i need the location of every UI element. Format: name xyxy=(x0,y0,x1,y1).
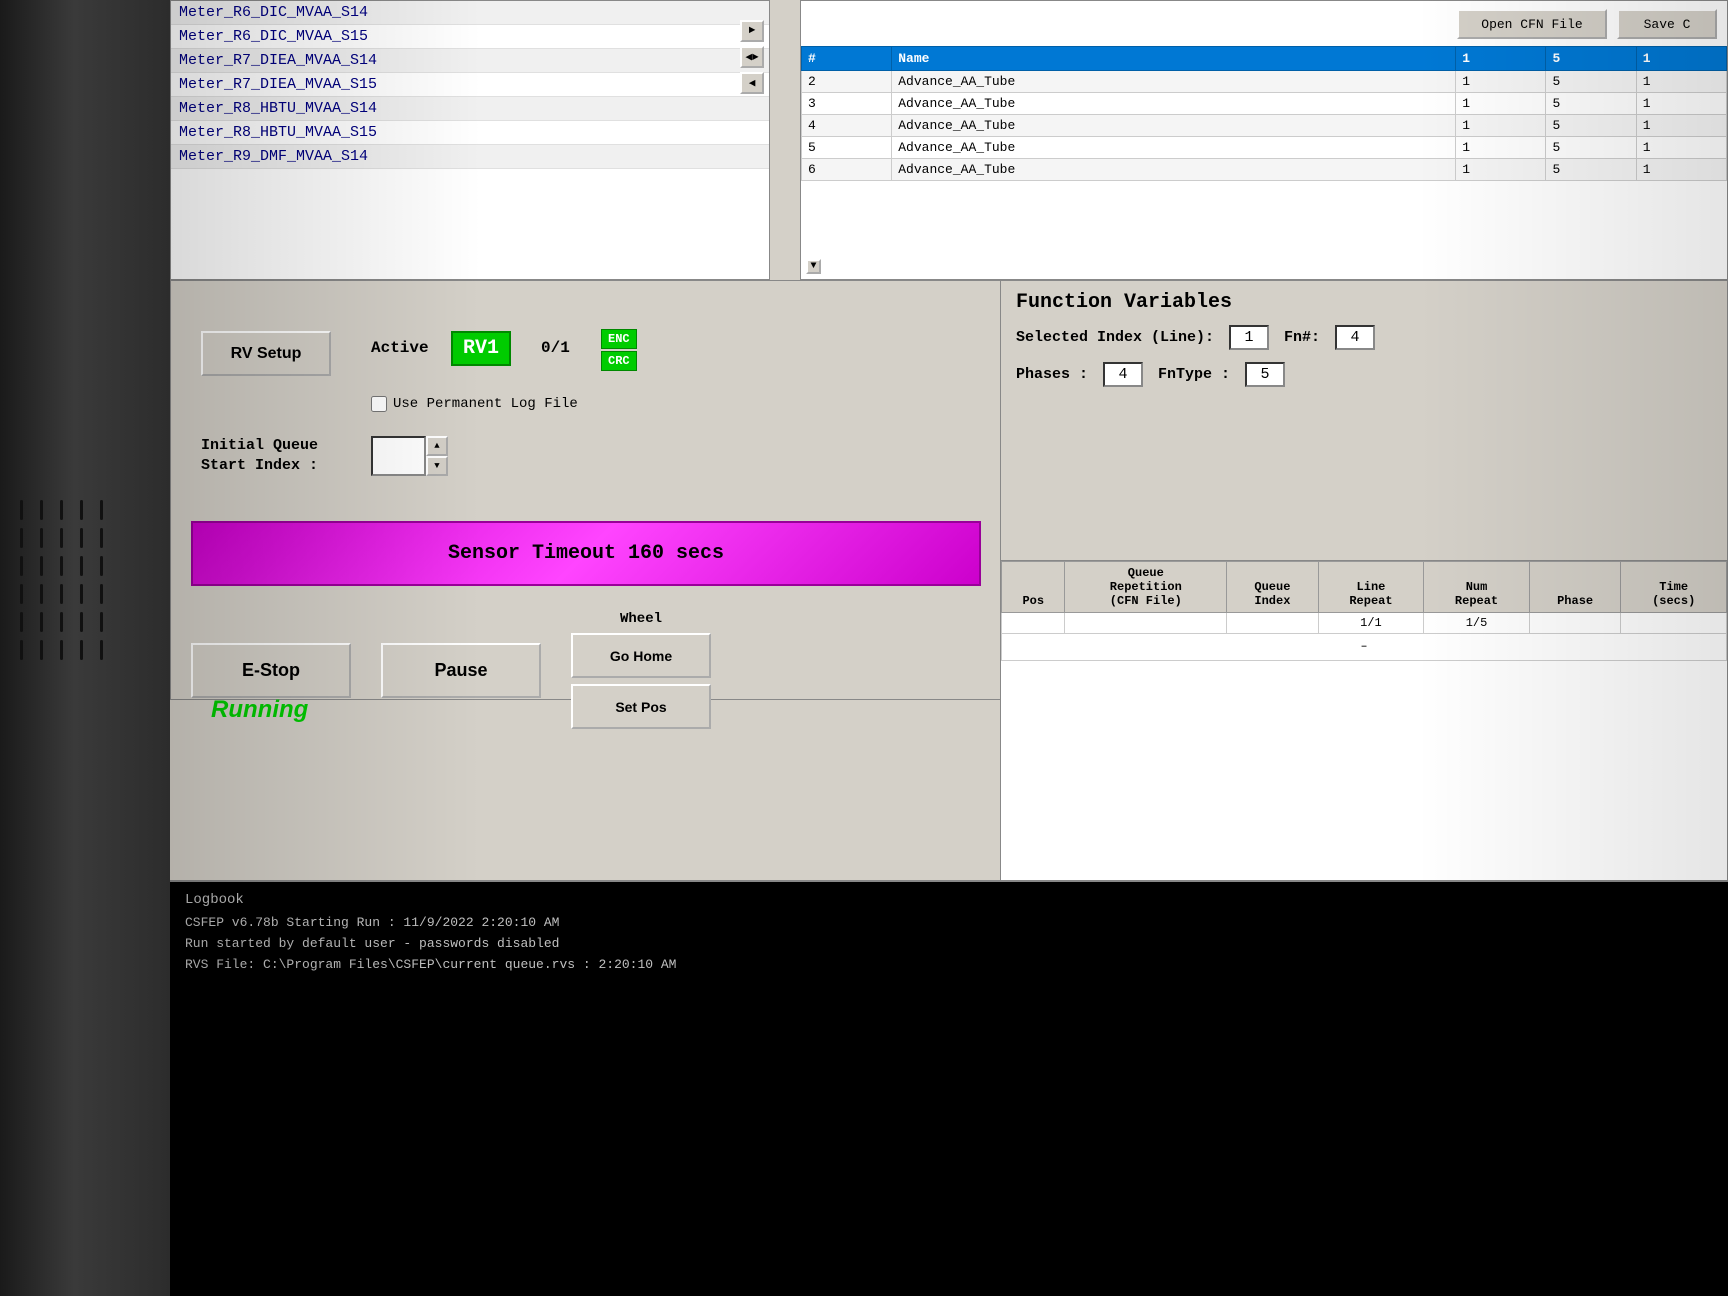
advance-tube-table: Open CFN File Save C # Name 1 5 1 2 Adva… xyxy=(800,0,1728,280)
crc-badge: CRC xyxy=(601,351,637,371)
table-row[interactable]: 2 Advance_AA_Tube 1 5 1 xyxy=(802,71,1727,93)
log-file-area: Use Permanent Log File xyxy=(371,396,578,412)
queue-row-phase xyxy=(1529,613,1621,634)
fn-selected-index-row: Selected Index (Line): 1 Fn#: 4 xyxy=(1001,319,1727,356)
rv1-badge: RV1 xyxy=(451,331,511,366)
fn-phases-row: Phases : 4 FnType : 5 xyxy=(1001,356,1727,393)
list-item[interactable]: Meter_R9_DMF_MVAA_S14 xyxy=(171,145,769,169)
table-row[interactable]: 5 Advance_AA_Tube 1 5 1 xyxy=(802,137,1727,159)
save-button[interactable]: Save C xyxy=(1617,9,1717,39)
queue-col-phase: Phase xyxy=(1529,562,1621,613)
fn-type-label: FnType : xyxy=(1158,366,1230,383)
queue-row-line-repeat: 1/1 xyxy=(1318,613,1424,634)
fn-num-label: Fn#: xyxy=(1284,329,1320,346)
pause-button[interactable]: Pause xyxy=(381,643,541,698)
phases-label: Phases : xyxy=(1016,366,1088,383)
queue-spinner: 1 ▲ ▼ xyxy=(371,436,451,476)
logbook-entry-2: RVS File: C:\Program Files\CSFEP\current… xyxy=(185,955,1713,976)
scroll-left-right-btn[interactable]: ◀► xyxy=(740,46,764,68)
list-item[interactable]: Meter_R6_DIC_MVAA_S14 xyxy=(171,1,769,25)
log-file-label: Use Permanent Log File xyxy=(393,396,578,412)
table-row: 1/1 1/5 xyxy=(1002,613,1727,634)
table-row[interactable]: 4 Advance_AA_Tube 1 5 1 xyxy=(802,115,1727,137)
col-header-5: 5 xyxy=(1546,47,1636,71)
set-pos-button[interactable]: Set Pos xyxy=(571,684,711,729)
queue-table-panel: Pos QueueRepetition(CFN File) QueueIndex… xyxy=(1000,560,1728,910)
queue-row-time xyxy=(1621,613,1727,634)
col-header-1: 1 xyxy=(1456,47,1546,71)
app-window: Meter_R6_DIC_MVAA_S14 Meter_R6_DIC_MVAA_… xyxy=(170,0,1728,1296)
queue-label: Initial QueueStart Index : xyxy=(201,436,318,475)
fn-type-value: 5 xyxy=(1245,362,1285,387)
logbook-area: Logbook CSFEP v6.78b Starting Run : 11/9… xyxy=(170,880,1728,1296)
col-header-1b: 1 xyxy=(1636,47,1726,71)
selected-index-label: Selected Index (Line): xyxy=(1016,329,1214,346)
logbook-entry-1: Run started by default user - passwords … xyxy=(185,934,1713,955)
counter-display: 0/1 xyxy=(541,339,570,357)
queue-row-pos xyxy=(1002,613,1065,634)
col-header-name: Name xyxy=(892,47,1456,71)
queue-value-input[interactable]: 1 xyxy=(371,436,426,476)
queue-increment-btn[interactable]: ▲ xyxy=(426,436,448,456)
fn-num-value: 4 xyxy=(1335,325,1375,350)
queue-row-index xyxy=(1227,613,1319,634)
vent-holes xyxy=(20,500,112,660)
phases-value: 4 xyxy=(1103,362,1143,387)
col-header-num: # xyxy=(802,47,892,71)
go-home-button[interactable]: Go Home xyxy=(571,633,711,678)
queue-col-line-repeat: LineRepeat xyxy=(1318,562,1424,613)
queue-col-pos: Pos xyxy=(1002,562,1065,613)
queue-col-num-repeat: NumRepeat xyxy=(1424,562,1530,613)
list-item[interactable]: Meter_R8_HBTU_MVAA_S15 xyxy=(171,121,769,145)
scroll-right-btn[interactable]: ► xyxy=(740,20,764,42)
estop-button[interactable]: E-Stop xyxy=(191,643,351,698)
scroll-arrows: ► ◀► ◀ xyxy=(740,20,764,94)
wheel-label: Wheel xyxy=(571,611,711,627)
scroll-left-btn[interactable]: ◀ xyxy=(740,72,764,94)
fn-vars-title: Function Variables xyxy=(1001,281,1727,319)
queue-row-repetition xyxy=(1065,613,1227,634)
enc-badge: ENC xyxy=(601,329,637,349)
left-metal-frame xyxy=(0,0,185,1296)
queue-row-num-repeat: 1/5 xyxy=(1424,613,1530,634)
queue-col-time: Time(secs) xyxy=(1621,562,1727,613)
sensor-timeout-bar: Sensor Timeout 160 secs xyxy=(191,521,981,586)
queue-decrement-btn[interactable]: ▼ xyxy=(426,456,448,476)
active-label: Active xyxy=(371,339,429,357)
table-row: - xyxy=(1002,634,1727,661)
list-item[interactable]: Meter_R7_DIEA_MVAA_S15 xyxy=(171,73,769,97)
log-file-checkbox[interactable] xyxy=(371,396,387,412)
queue-col-repetition: QueueRepetition(CFN File) xyxy=(1065,562,1227,613)
list-item[interactable]: Meter_R6_DIC_MVAA_S15 xyxy=(171,25,769,49)
list-item[interactable]: Meter_R8_HBTU_MVAA_S14 xyxy=(171,97,769,121)
open-cfn-button[interactable]: Open CFN File xyxy=(1457,9,1607,39)
logbook-label: Logbook xyxy=(185,892,1713,908)
table-row[interactable]: 6 Advance_AA_Tube 1 5 1 xyxy=(802,159,1727,181)
queue-col-index: QueueIndex xyxy=(1227,562,1319,613)
logbook-entry-0: CSFEP v6.78b Starting Run : 11/9/2022 2:… xyxy=(185,913,1713,934)
rv-setup-button[interactable]: RV Setup xyxy=(201,331,331,376)
table-row[interactable]: 3 Advance_AA_Tube 1 5 1 xyxy=(802,93,1727,115)
selected-index-value: 1 xyxy=(1229,325,1269,350)
scroll-bottom-btn[interactable]: ▼ xyxy=(806,259,821,274)
running-status: Running xyxy=(211,696,308,724)
wheel-group: Wheel Go Home Set Pos xyxy=(571,611,711,729)
control-area: RV Setup Active RV1 0/1 ENC CRC Use Perm… xyxy=(170,280,1010,700)
meter-list-panel: Meter_R6_DIC_MVAA_S14 Meter_R6_DIC_MVAA_… xyxy=(170,0,770,280)
list-item[interactable]: Meter_R7_DIEA_MVAA_S14 xyxy=(171,49,769,73)
